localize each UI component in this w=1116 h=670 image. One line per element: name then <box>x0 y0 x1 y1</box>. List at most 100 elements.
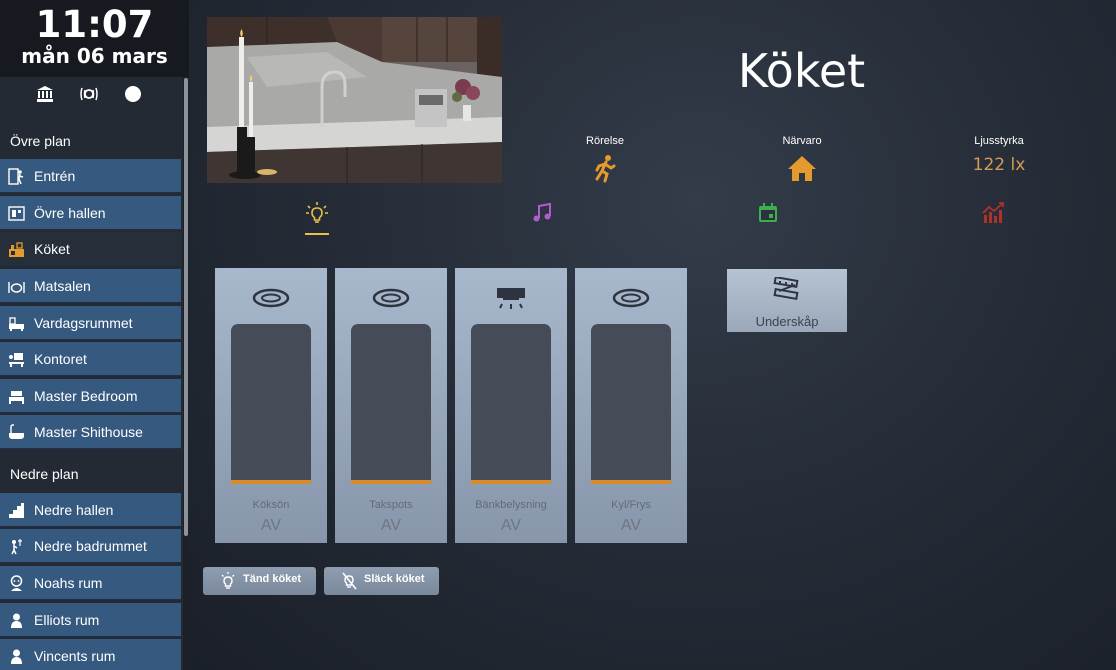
dimmer-slider[interactable] <box>591 324 671 484</box>
sidebar-item-label: Kontoret <box>34 351 87 367</box>
bank-icon[interactable] <box>35 84 57 106</box>
stat-presence-label: Närvaro <box>782 135 822 147</box>
compass-icon[interactable] <box>123 84 145 106</box>
tab-calendar[interactable] <box>753 201 783 237</box>
sidebar-item-nedre-hallen[interactable]: Nedre hallen <box>0 493 181 527</box>
sidebar-item-label: Nedre hallen <box>34 502 114 518</box>
room-title: Köket <box>737 44 866 98</box>
room-photo <box>207 17 502 183</box>
tab-music[interactable] <box>527 201 557 237</box>
light-name: Bänkbelysning <box>475 499 547 511</box>
sidebar-item-nedre-badrummet[interactable]: Nedre badrummet <box>0 529 181 563</box>
stat-light-label: Ljusstyrka <box>974 135 1024 147</box>
sidebar-item-label: Master Bedroom <box>34 388 138 404</box>
sidebar-item-kontoret[interactable]: Kontoret <box>0 342 181 376</box>
child-icon <box>8 648 25 665</box>
dimmer-level <box>591 480 671 484</box>
sidebar-item-entren[interactable]: Entrén <box>0 159 181 193</box>
stairs-icon <box>8 502 25 519</box>
ceiling-lamp-icon <box>611 284 651 312</box>
sofa-icon <box>8 315 25 332</box>
light-state: AV <box>380 517 402 534</box>
stat-light-value: 122 lx <box>972 155 1026 175</box>
dimmer-level <box>471 480 551 484</box>
sidebar-item-matsalen[interactable]: Matsalen <box>0 269 181 303</box>
light-name: Köksön <box>252 499 290 511</box>
turn-on-label: Tänd köket <box>243 573 302 585</box>
tab-statistics[interactable] <box>978 201 1008 237</box>
dimmer-slider[interactable] <box>471 324 551 484</box>
light-card-bankbelysning[interactable]: Bänkbelysning AV <box>455 268 567 543</box>
home-icon <box>787 153 817 183</box>
calendar-icon <box>759 203 777 222</box>
sidebar-item-noahs-rum[interactable]: Noahs rum <box>0 566 181 600</box>
sidebar-item-master-bedroom[interactable]: Master Bedroom <box>0 379 181 413</box>
sidebar-item-label: Elliots rum <box>34 612 100 628</box>
bathtub-icon <box>8 424 25 441</box>
sidebar-item-label: Entrén <box>34 168 76 184</box>
music-note-icon <box>533 202 551 222</box>
kitchen-icon <box>8 241 25 258</box>
child-icon <box>8 575 25 592</box>
lightbulb-icon <box>306 202 328 223</box>
ceiling-lamp-icon <box>251 284 291 312</box>
led-strip-icon <box>773 277 799 301</box>
light-name: Takspots <box>369 499 413 511</box>
shower-icon <box>8 538 25 555</box>
dining-icon <box>8 278 25 295</box>
light-card-takspots[interactable]: Takspots AV <box>335 268 447 543</box>
sidebar-item-koket[interactable]: Köket <box>0 232 181 266</box>
sidebar-item-elliots-rum[interactable]: Elliots rum <box>0 603 181 637</box>
stat-light-level: Ljusstyrka 122 lx <box>939 135 1059 175</box>
light-card-koksön[interactable]: Köksön AV <box>215 268 327 543</box>
sidebar-item-label: Övre hallen <box>34 205 106 221</box>
dimmer-slider[interactable] <box>231 324 311 484</box>
sidebar-item-master-shithouse[interactable]: Master Shithouse <box>0 415 181 449</box>
dimmer-level <box>231 480 311 484</box>
sidebar-item-label: Matsalen <box>34 278 91 294</box>
sidebar-scrollbar[interactable] <box>184 78 188 536</box>
sidebar-item-label: Vardagsrummet <box>34 315 133 331</box>
child-icon <box>8 612 25 629</box>
turn-off-label: Släck köket <box>364 573 425 585</box>
sidebar-item-label: Noahs rum <box>34 575 103 591</box>
sidebar-item-label: Master Shithouse <box>34 424 143 440</box>
bulb-off-icon <box>342 572 357 590</box>
alarm-icon[interactable] <box>79 84 101 106</box>
sidebar-item-label: Köket <box>34 241 70 257</box>
sidebar-item-label: Nedre badrummet <box>34 538 147 554</box>
quick-icons <box>0 84 180 108</box>
sidebar: 11:07 mån 06 mars Övre plan Entrén Övre … <box>0 0 189 670</box>
light-name: Kyl/Frys <box>611 499 651 511</box>
switch-label: Underskåp <box>755 314 819 329</box>
underskap-switch[interactable]: Underskåp <box>727 269 847 332</box>
light-card-kyl-frys[interactable]: Kyl/Frys AV <box>575 268 687 543</box>
sidebar-item-vincents-rum[interactable]: Vincents rum <box>0 639 181 670</box>
section-title-lower: Nedre plan <box>10 466 79 482</box>
hallway-icon <box>8 205 25 222</box>
stat-motion-label: Rörelse <box>586 135 624 147</box>
tab-active-indicator <box>305 233 329 235</box>
sidebar-item-vardagsrummet[interactable]: Vardagsrummet <box>0 306 181 340</box>
dimmer-slider[interactable] <box>351 324 431 484</box>
light-state: AV <box>260 517 282 534</box>
office-icon <box>8 351 25 368</box>
clock-time: 11:07 <box>35 3 154 46</box>
tab-lights[interactable] <box>302 201 332 237</box>
under-cabinet-light-icon <box>491 284 531 312</box>
light-state: AV <box>620 517 642 534</box>
sidebar-item-ovre-hallen[interactable]: Övre hallen <box>0 196 181 230</box>
entrance-icon <box>8 168 25 185</box>
light-state: AV <box>500 517 522 534</box>
sidebar-item-label: Vincents rum <box>34 648 116 664</box>
bulb-on-icon <box>221 572 235 589</box>
bed-icon <box>8 388 25 405</box>
dimmer-level <box>351 480 431 484</box>
stat-motion: Rörelse <box>545 135 665 183</box>
turn-off-kitchen-button[interactable]: Släck köket <box>324 567 439 595</box>
clock: 11:07 mån 06 mars <box>0 0 189 77</box>
ceiling-lamp-icon <box>371 284 411 312</box>
turn-on-kitchen-button[interactable]: Tänd köket <box>203 567 316 595</box>
running-person-icon <box>590 153 620 183</box>
section-title-upper: Övre plan <box>10 133 71 149</box>
